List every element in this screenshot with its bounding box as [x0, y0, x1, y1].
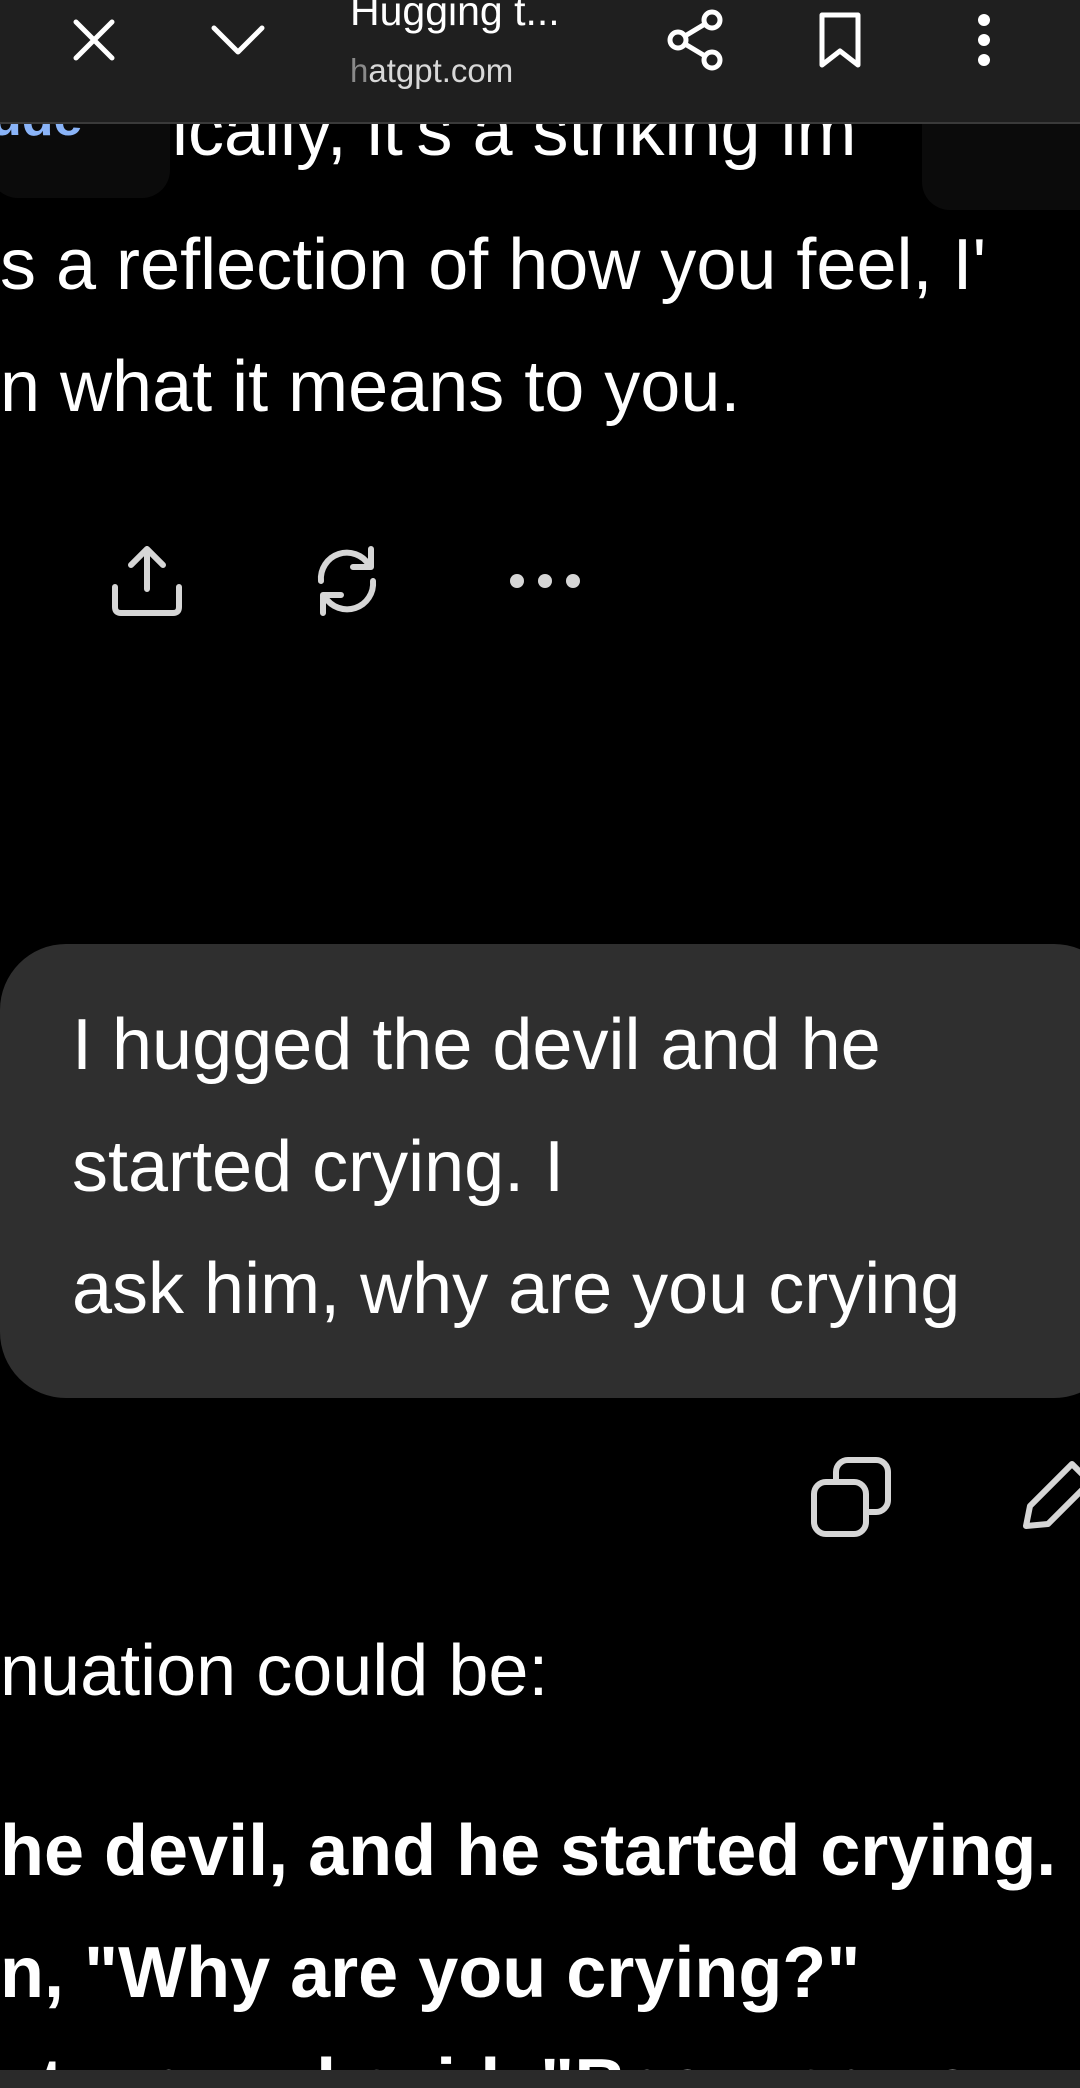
assistant-text-line: s a reflection of how you feel, I' — [0, 225, 987, 305]
page-url: hatgpt.com — [350, 52, 514, 89]
share-response-icon[interactable] — [102, 536, 192, 626]
more-vert-icon[interactable] — [952, 8, 1016, 72]
user-message-line: ask him, why are you crying — [72, 1249, 961, 1329]
page-title: Hugging t... — [350, 0, 560, 34]
chat-page: Hugging t... hatgpt.com ude ically, it's… — [0, 0, 1080, 2088]
share-icon[interactable] — [664, 8, 728, 72]
bottom-edge — [0, 2070, 1080, 2088]
close-icon[interactable] — [62, 8, 126, 72]
user-message-line: started crying. I — [72, 1127, 565, 1207]
assistant-bold-line: he devil, and he started crying. — [0, 1811, 1057, 1891]
user-message-bubble: I hugged the devil and he started crying… — [0, 944, 1080, 1398]
assistant-text-line: n what it means to you. — [0, 347, 741, 427]
more-horiz-icon[interactable] — [500, 536, 590, 626]
chevron-down-icon[interactable] — [206, 8, 270, 72]
assistant-bold-line: n, "Why are you crying?" — [0, 1933, 861, 2013]
regenerate-icon[interactable] — [302, 536, 392, 626]
copy-icon[interactable] — [806, 1452, 896, 1542]
user-message-line: I hugged the devil and he — [72, 1005, 881, 1085]
browser-top-bar: Hugging t... hatgpt.com — [0, 0, 1080, 124]
edit-icon[interactable] — [1010, 1452, 1080, 1542]
bookmark-icon[interactable] — [808, 8, 872, 72]
assistant-text-line: nuation could be: — [0, 1631, 549, 1711]
